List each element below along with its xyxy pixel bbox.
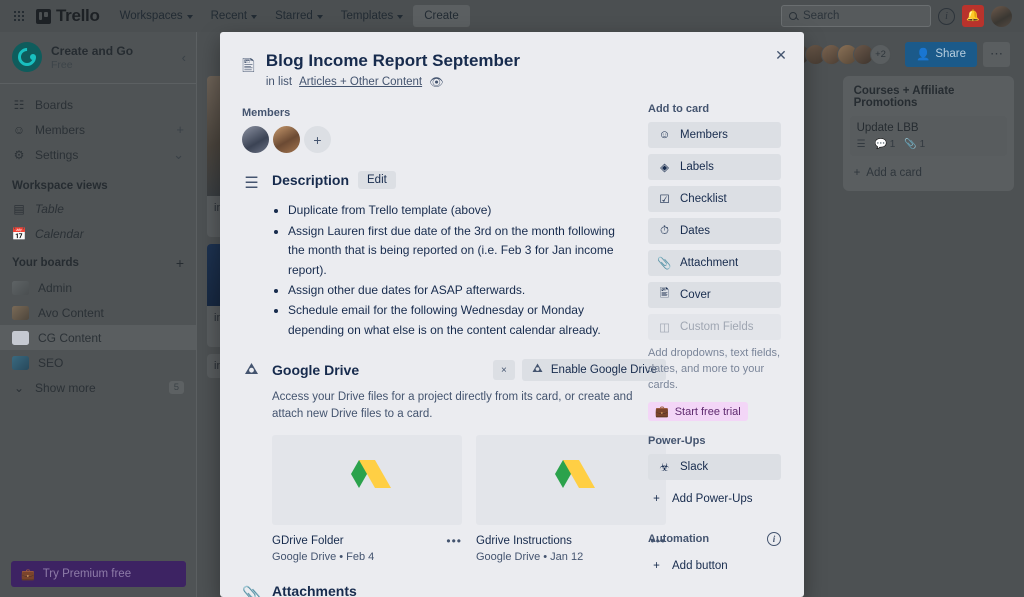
add-checklist-label: Checklist [680,193,727,205]
add-to-card-heading: Add to card [648,103,781,115]
description-bullets: Duplicate from Trello template (above) A… [288,201,634,340]
card-detail-modal: ✕ 🖺 Blog Income Report September in list… [220,32,804,597]
google-drive-blurb: Access your Drive files for a project di… [272,389,666,422]
slack-icon: ☣ [658,460,671,474]
plus-icon: + [650,493,663,505]
add-labels-label: Labels [680,161,714,173]
card-header: 🖺 Blog Income Report September in list A… [220,32,804,95]
add-cover-button[interactable]: 🖺 Cover [648,282,781,308]
custom-fields-icon: ◫ [658,320,671,334]
members-list: + [242,126,634,153]
paperclip-icon: 📎 [242,585,261,597]
google-drive-file-meta: Google Drive • Jan 12 [476,551,666,563]
members-label: Members [242,107,634,119]
description-icon: ☰ [242,173,261,341]
attachments-section: 📎 Attachments Blog Income Report ↗ [242,583,634,597]
briefcase-icon: 💼 [655,405,669,418]
close-button[interactable]: ✕ [768,42,794,68]
add-dates-label: Dates [680,225,710,237]
list-name-link[interactable]: Articles + Other Content [299,76,422,88]
clock-icon: ⏱ [658,225,671,238]
app-root: Trello Workspaces Recent Starred Templat… [0,0,1024,597]
add-power-ups-label: Add Power-Ups [672,493,753,505]
google-drive-files: GDrive Folder ••• Google Drive • Feb 4 [272,435,666,563]
custom-fields-note: Add dropdowns, text fields, dates, and m… [648,346,781,394]
powerup-slack-button[interactable]: ☣ Slack [648,454,781,480]
automation-heading: Automation i [648,532,781,546]
add-power-ups-button[interactable]: + Add Power-Ups [648,486,781,512]
card-subtitle: in list Articles + Other Content 👁 [266,75,520,89]
enable-google-drive-label: Enable Google Drive [551,364,657,376]
google-drive-section: Google Drive × Enable Google Drive [242,359,634,562]
add-labels-button[interactable]: ◈ Labels [648,154,781,180]
start-free-trial-button[interactable]: 💼 Start free trial [648,402,748,421]
dismiss-google-drive-button[interactable]: × [493,360,515,380]
custom-fields-label: Custom Fields [680,321,754,333]
google-drive-icon [342,458,392,502]
add-checklist-button[interactable]: ☑ Checklist [648,186,781,212]
add-attachment-button[interactable]: 📎 Attachment [648,250,781,276]
card-body: Members + ☰ Description Edit [220,95,804,597]
add-members-label: Members [680,129,728,141]
card-cover-icon: 🖺 [242,55,255,89]
description-bullet: Assign Lauren first due date of the 3rd … [288,222,634,280]
member-avatar[interactable] [242,126,269,153]
plus-icon: + [650,560,663,572]
description-section: ☰ Description Edit Duplicate from Trello… [242,171,634,341]
start-free-trial-label: Start free trial [675,406,741,418]
add-cover-label: Cover [680,289,711,301]
checklist-icon: ☑ [658,192,671,206]
in-list-prefix: in list [266,76,292,88]
power-ups-heading: Power-Ups [648,435,781,447]
person-icon: ☺ [658,129,671,141]
google-drive-file-name: Gdrive Instructions [476,535,572,547]
add-attachment-label: Attachment [680,257,738,269]
custom-fields-button[interactable]: ◫ Custom Fields [648,314,781,340]
google-drive-thumbnail [272,435,462,525]
attachments-heading: Attachments [272,583,634,597]
automation-heading-label: Automation [648,533,709,545]
google-drive-heading: Google Drive [272,362,359,378]
add-members-button[interactable]: ☺ Members [648,122,781,148]
google-drive-thumbnail [476,435,666,525]
google-drive-file-gdrive-instructions[interactable]: Gdrive Instructions ••• Google Drive • J… [476,435,666,563]
card-sidebar-column: Add to card ☺ Members ◈ Labels ☑ Checkli… [648,95,781,597]
google-drive-file-gdrive-folder[interactable]: GDrive Folder ••• Google Drive • Feb 4 [272,435,462,563]
file-options-button[interactable]: ••• [446,534,462,548]
description-bullet: Duplicate from Trello template (above) [288,201,634,220]
add-button-label: Add button [672,560,728,572]
description-bullet: Assign other due dates for ASAP afterwar… [288,281,634,300]
card-title: Blog Income Report September [266,50,520,71]
label-icon: ◈ [658,160,671,174]
google-drive-file-name: GDrive Folder [272,535,344,547]
google-drive-icon [546,458,596,502]
members-section: Members + [242,107,634,153]
add-button-button[interactable]: + Add button [648,553,781,579]
enable-google-drive-button[interactable]: Enable Google Drive [522,359,666,381]
add-member-button[interactable]: + [304,126,331,153]
add-dates-button[interactable]: ⏱ Dates [648,218,781,244]
description-bullet: Schedule email for the following Wednesd… [288,301,634,340]
cover-icon: 🖺 [658,286,671,305]
google-drive-powerup-icon [531,362,544,378]
eye-icon[interactable]: 👁 [429,75,444,89]
close-icon: ✕ [775,47,787,64]
google-drive-file-meta: Google Drive • Feb 4 [272,551,462,563]
info-icon[interactable]: i [767,532,781,546]
paperclip-icon: 📎 [658,256,671,270]
member-avatar[interactable] [273,126,300,153]
edit-description-button[interactable]: Edit [358,171,396,189]
card-main-column: Members + ☰ Description Edit [242,95,634,597]
description-heading: Description [272,172,349,188]
google-drive-powerup-icon [242,361,261,562]
powerup-slack-label: Slack [680,461,708,473]
